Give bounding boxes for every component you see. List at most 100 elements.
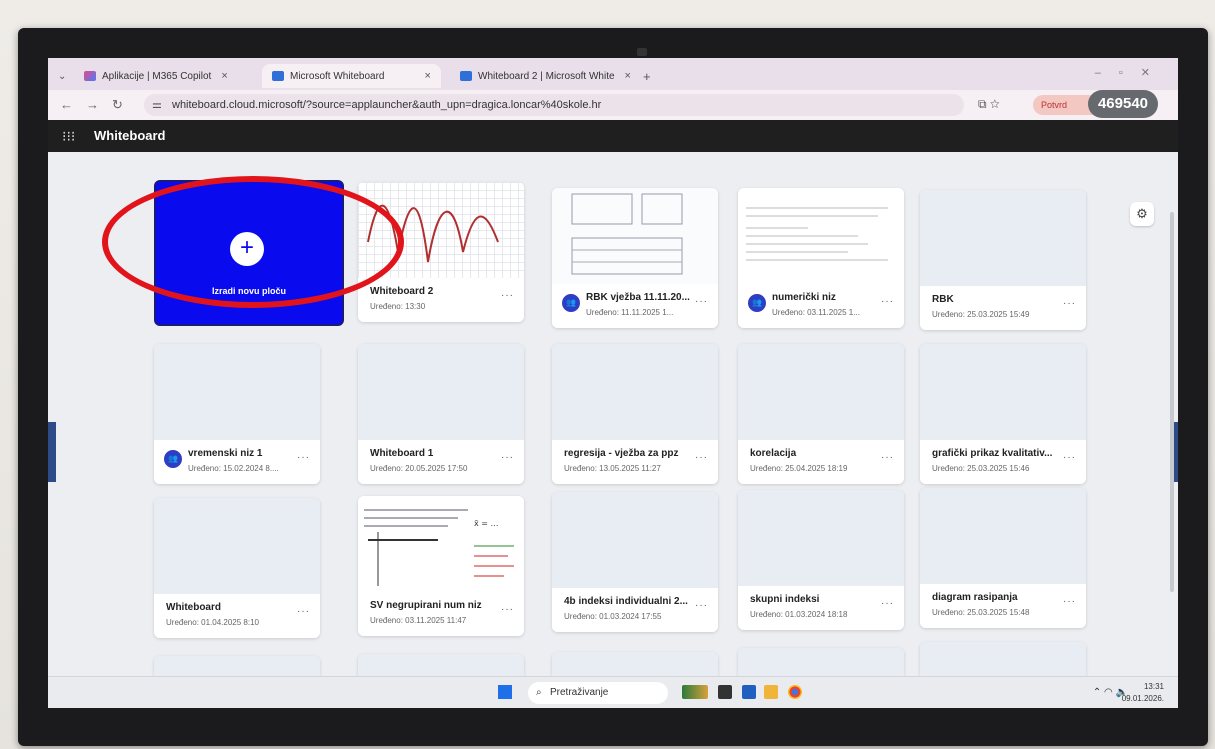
board-date: Uređeno: 25.04.2025 18:19 — [750, 464, 848, 473]
left-panel-handle[interactable] — [48, 422, 56, 482]
board-card[interactable]: 4b indeksi individualni 2... Uređeno: 01… — [552, 492, 718, 632]
board-date: Uređeno: 03.11.2025 1... — [772, 308, 860, 317]
board-card[interactable]: korelacija Uređeno: 25.04.2025 18:19 ··· — [738, 344, 904, 484]
clock-time: 13:31 — [1143, 682, 1164, 691]
board-date: Uređeno: 13.05.2025 11:27 — [564, 464, 661, 473]
more-options-button[interactable]: ··· — [1063, 596, 1076, 607]
mail-icon[interactable] — [742, 685, 756, 699]
board-thumbnail — [738, 490, 904, 586]
board-date: Uređeno: 13:30 — [370, 302, 426, 311]
board-date: Uređeno: 01.03.2024 18:18 — [750, 610, 848, 619]
board-title: skupni indeksi — [750, 594, 820, 605]
more-options-button[interactable]: ··· — [297, 452, 310, 463]
gear-icon[interactable]: ⚙ — [1130, 202, 1154, 226]
board-info: 4b indeksi individualni 2... Uređeno: 01… — [552, 588, 718, 632]
board-info: skupni indeksi Uređeno: 01.03.2024 18:18… — [738, 586, 904, 630]
windows-icon[interactable] — [498, 685, 512, 699]
handwritten-notes-sketch: x̄ = … — [364, 509, 514, 586]
more-options-button[interactable]: ··· — [695, 600, 708, 611]
taskbar: ⌕ Pretraživanje ⌃ ◠ 🔈 13:31 09.01.2026. — [48, 676, 1178, 708]
board-card[interactable]: 👥 vremenski niz 1 Uređeno: 15.02.2024 8.… — [154, 344, 320, 484]
board-title: RBK — [932, 294, 954, 305]
taskbar-search[interactable]: ⌕ Pretraživanje — [528, 682, 668, 704]
whiteboard-icon — [460, 71, 472, 81]
task-view-icon[interactable] — [718, 685, 732, 699]
url-text: whiteboard.cloud.microsoft/?source=appla… — [172, 99, 602, 111]
board-title: korelacija — [750, 448, 797, 459]
board-card[interactable]: x̄ = … SV negrupirani num niz Uređeno: 0… — [358, 496, 524, 636]
more-options-button[interactable]: ··· — [1063, 452, 1076, 463]
board-card[interactable]: skupni indeksi Uređeno: 01.03.2024 18:18… — [738, 490, 904, 630]
tab-label: Microsoft Whiteboard — [290, 70, 385, 82]
board-thumbnail — [552, 188, 718, 284]
board-thumbnail — [552, 344, 718, 440]
more-options-button[interactable]: ··· — [501, 290, 514, 301]
more-options-button[interactable]: ··· — [695, 452, 708, 463]
board-thumbnail: x̄ = … — [358, 496, 524, 592]
search-placeholder: Pretraživanje — [550, 687, 609, 698]
forward-icon[interactable]: → — [86, 97, 99, 112]
board-date: Uređeno: 11.11.2025 1... — [586, 308, 674, 317]
board-date: Uređeno: 25.03.2025 15:49 — [932, 310, 1030, 319]
tab-copilot[interactable]: Aplikacije | M365 Copilot × — [84, 64, 228, 88]
shared-avatar: 👥 — [748, 294, 766, 312]
svg-text:x̄ = …: x̄ = … — [474, 519, 499, 528]
app-title: Whiteboard — [94, 128, 166, 143]
board-info: 👥 RBK vježba 11.11.20... Uređeno: 11.11.… — [552, 284, 718, 328]
board-title: SV negrupirani num niz — [370, 600, 482, 611]
new-tab-button[interactable]: + — [643, 69, 651, 84]
more-options-button[interactable]: ··· — [501, 452, 514, 463]
more-options-button[interactable]: ··· — [501, 604, 514, 615]
chrome-icon[interactable] — [788, 685, 802, 699]
more-options-button[interactable]: ··· — [881, 598, 894, 609]
board-title: RBK vježba 11.11.20... — [586, 292, 690, 303]
more-options-button[interactable]: ··· — [881, 452, 894, 463]
board-card[interactable]: diagram rasipanja Uređeno: 25.03.2025 15… — [920, 488, 1086, 628]
board-card[interactable]: grafički prikaz kvalitativ... Uređeno: 2… — [920, 344, 1086, 484]
profile-label: Potvrd — [1041, 100, 1068, 110]
address-row: ← → ↻ ⚌ whiteboard.cloud.microsoft/?sour… — [48, 90, 1178, 120]
back-icon[interactable]: ← — [60, 97, 73, 112]
board-card[interactable]: RBK Uređeno: 25.03.2025 15:49 ··· — [920, 190, 1086, 330]
board-title: regresija - vježba za ppz — [564, 448, 679, 459]
wifi-icon[interactable]: ◠ — [1104, 687, 1113, 698]
board-card[interactable]: 👥 RBK vježba 11.11.20... Uređeno: 11.11.… — [552, 188, 718, 328]
waffle-icon[interactable]: ⁝⁝⁝ — [62, 128, 75, 145]
tab-list-chevron-icon[interactable]: ⌄ — [58, 64, 66, 88]
board-info: SV negrupirani num niz Uređeno: 03.11.20… — [358, 592, 524, 636]
board-info: Whiteboard 2 Uređeno: 13:30 ··· — [358, 278, 524, 322]
star-icon[interactable]: ⧉ ☆ — [978, 97, 1000, 112]
board-date: Uređeno: 15.02.2024 8.... — [188, 464, 279, 473]
window-controls[interactable]: –▫✕ — [1095, 66, 1168, 79]
tab-whiteboard-2[interactable]: Whiteboard 2 | Microsoft White × + — [460, 64, 651, 88]
close-icon[interactable]: × — [625, 70, 631, 82]
board-date: Uređeno: 01.03.2024 17:55 — [564, 612, 662, 621]
clock[interactable]: 13:31 09.01.2026. — [1122, 681, 1164, 705]
board-card[interactable]: regresija - vježba za ppz Uređeno: 13.05… — [552, 344, 718, 484]
file-explorer-icon[interactable] — [764, 685, 778, 699]
close-icon[interactable]: × — [221, 70, 227, 82]
reload-icon[interactable]: ↻ — [112, 97, 123, 113]
board-card[interactable]: 👥 numerički niz Uređeno: 03.11.2025 1...… — [738, 188, 904, 328]
more-options-button[interactable]: ··· — [881, 296, 894, 307]
tune-icon[interactable]: ⚌ — [152, 94, 162, 116]
more-options-button[interactable]: ··· — [695, 296, 708, 307]
board-card-partial[interactable] — [920, 642, 1086, 680]
scrollbar[interactable] — [1170, 212, 1174, 592]
board-info: RBK Uređeno: 25.03.2025 15:49 ··· — [920, 286, 1086, 330]
more-options-button[interactable]: ··· — [297, 606, 310, 617]
code-badge: 469540 — [1088, 90, 1158, 118]
board-card[interactable]: Whiteboard 1 Uređeno: 20.05.2025 17:50 ·… — [358, 344, 524, 484]
board-title: 4b indeksi individualni 2... — [564, 596, 688, 607]
board-info: grafički prikaz kvalitativ... Uređeno: 2… — [920, 440, 1086, 484]
url-bar[interactable]: ⚌ whiteboard.cloud.microsoft/?source=app… — [144, 94, 964, 116]
widgets-icon[interactable] — [682, 685, 708, 699]
board-info: korelacija Uređeno: 25.04.2025 18:19 ··· — [738, 440, 904, 484]
board-title: Whiteboard 2 — [370, 286, 434, 297]
more-options-button[interactable]: ··· — [1063, 298, 1076, 309]
search-icon: ⌕ — [536, 687, 542, 698]
tab-whiteboard[interactable]: Microsoft Whiteboard × — [262, 64, 441, 88]
close-icon[interactable]: × — [424, 70, 430, 82]
board-info: regresija - vježba za ppz Uređeno: 13.05… — [552, 440, 718, 484]
board-card[interactable]: Whiteboard Uređeno: 01.04.2025 8:10 ··· — [154, 498, 320, 638]
